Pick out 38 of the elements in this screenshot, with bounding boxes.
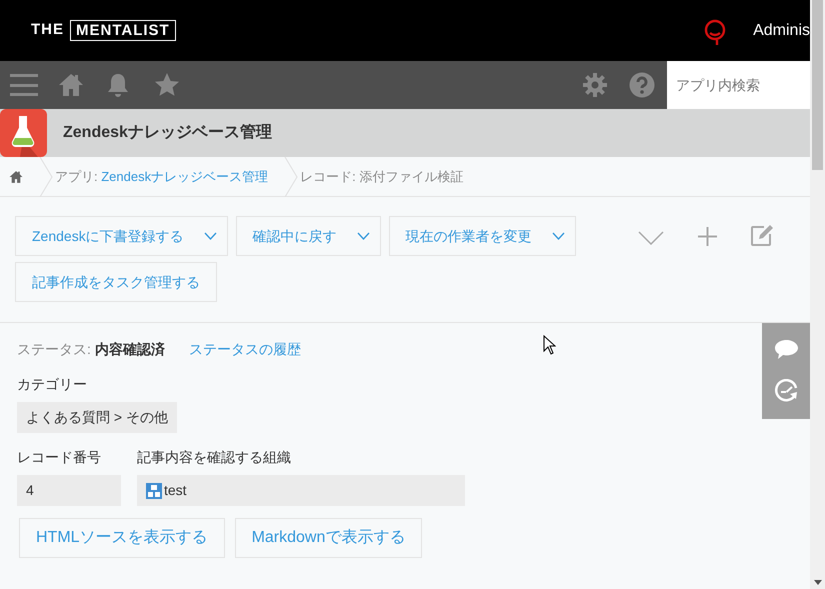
home-icon[interactable] bbox=[9, 170, 23, 184]
flask-icon bbox=[0, 109, 47, 157]
field-label: レコード番号 bbox=[17, 448, 102, 467]
edit-icon[interactable] bbox=[750, 223, 775, 247]
status-text: ステータス: 内容確認済 bbox=[17, 340, 165, 359]
bell-icon[interactable] bbox=[106, 72, 130, 98]
settings-icon[interactable] bbox=[582, 72, 608, 98]
action-dropdown-button[interactable]: 現在の作業者を変更 bbox=[388, 216, 576, 256]
comment-icon[interactable] bbox=[774, 338, 798, 360]
search-field[interactable]: アプリ内検索 bbox=[667, 61, 810, 109]
scrollbar[interactable] bbox=[810, 0, 825, 589]
field-value: 4 bbox=[17, 475, 121, 506]
field-label: カテゴリー bbox=[17, 375, 88, 394]
pointer-icon bbox=[543, 335, 556, 355]
app-title: Zendeskナレッジベース管理 bbox=[63, 122, 272, 143]
action-button[interactable]: 記事作成をタスク管理する bbox=[15, 262, 217, 302]
status-history-link[interactable]: ステータスの履歴 bbox=[188, 339, 301, 360]
view-button[interactable]: Markdownで表示する bbox=[234, 518, 422, 558]
organization-name: test bbox=[164, 481, 187, 500]
menu-icon[interactable] bbox=[10, 71, 38, 99]
star-icon[interactable] bbox=[154, 72, 180, 98]
view-button[interactable]: HTMLソースを表示する bbox=[19, 518, 225, 558]
logo-text: THE bbox=[31, 20, 64, 40]
user-name[interactable]: Adminis bbox=[753, 18, 810, 42]
field-label: 記事内容を確認する組織 bbox=[137, 448, 292, 467]
breadcrumb-link[interactable]: Zendeskナレッジベース管理 bbox=[101, 166, 268, 186]
history-icon[interactable] bbox=[774, 378, 798, 404]
logo-text: MENTALIST bbox=[70, 20, 176, 41]
organization-icon bbox=[146, 482, 162, 498]
home-icon[interactable] bbox=[58, 72, 84, 98]
action-dropdown-button[interactable]: Zendeskに下書登録する bbox=[15, 216, 228, 256]
field-value: よくある質問 > その他 bbox=[17, 402, 177, 433]
help-icon[interactable] bbox=[629, 72, 655, 98]
breadcrumb-label: アプリ: bbox=[55, 168, 99, 186]
breadcrumb-current: レコード: 添付ファイル検証 bbox=[300, 168, 464, 186]
chevron-down-icon[interactable] bbox=[638, 231, 664, 245]
plus-icon[interactable] bbox=[698, 227, 717, 246]
action-dropdown-button[interactable]: 確認中に戻す bbox=[236, 216, 381, 256]
